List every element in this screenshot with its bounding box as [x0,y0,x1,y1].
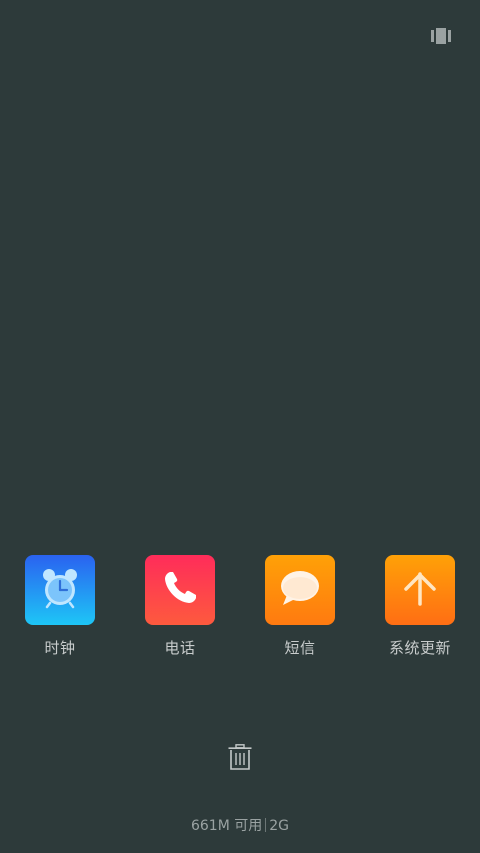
alarm-clock-icon [38,566,82,614]
clock-app-tile[interactable] [25,555,95,625]
view-toggle-icon [431,28,451,48]
memory-separator [265,818,267,832]
system-update-app-tile[interactable] [385,555,455,625]
app-label: 电话 [164,639,196,657]
memory-available: 661M 可用 [190,818,263,834]
messages-app-tile[interactable] [265,555,335,625]
recent-apps-row: 时钟 电话 短信 系统更新 [0,555,480,665]
memory-total: 2G [269,818,290,834]
phone-app-tile[interactable] [145,555,215,625]
app-card-clock[interactable]: 时钟 [5,555,115,658]
app-label: 短信 [284,639,316,657]
phone-icon [160,568,200,612]
arrow-up-icon [400,568,440,612]
view-toggle-button[interactable] [428,28,454,48]
trash-icon [228,744,252,774]
app-card-system-update[interactable]: 系统更新 [365,555,475,658]
app-label: 系统更新 [388,639,451,657]
app-label: 时钟 [44,639,76,657]
clear-all-button[interactable] [226,744,254,774]
app-card-messages[interactable]: 短信 [245,555,355,658]
memory-status: 661M 可用 2G [0,815,480,835]
app-card-phone[interactable]: 电话 [125,555,235,658]
message-bubble-icon [278,568,322,612]
